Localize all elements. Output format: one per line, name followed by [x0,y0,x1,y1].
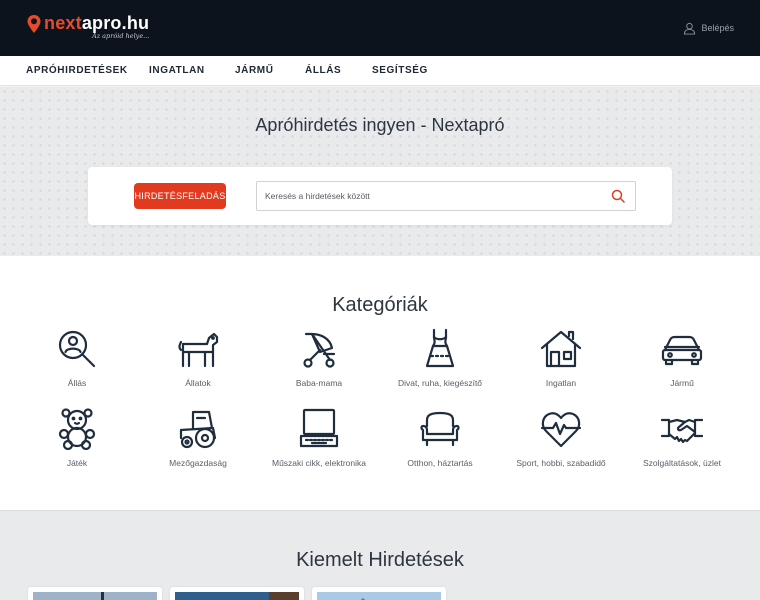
category-label: Szolgáltatások, üzlet [643,458,721,468]
category-allas[interactable]: Állás [14,328,140,398]
category-sport[interactable]: Sport, hobbi, szabadidő [498,408,624,478]
categories-title: Kategóriák [332,294,428,316]
tractor-icon [179,410,217,449]
category-jatek[interactable]: Játék [14,408,140,478]
dress-icon [425,328,455,368]
featured-section: Kiemelt Hirdetések [0,510,760,600]
category-label: Ingatlan [545,378,577,388]
main-nav: APRÓHIRDETÉSEK INGATLAN JÁRMŰ ÁLLÁS SEGÍ… [0,56,760,86]
login-label: Belépés [701,23,734,33]
nav-item-allas[interactable]: ÁLLÁS [305,56,341,86]
site-logo[interactable]: nextapro.hu Az apróid helye... [26,12,156,44]
category-label: Állatok [185,378,211,388]
category-jarmu[interactable]: Jármű [619,328,745,398]
category-label: Műszaki cikk, elektronika [271,458,366,468]
stroller-icon [303,332,336,368]
laptop-icon [299,408,339,448]
top-header: nextapro.hu Az apróid helye... Belépés [0,0,760,56]
logo-tagline: Az apróid helye... [92,32,150,40]
category-muszaki[interactable]: Műszaki cikk, elektronika [256,408,382,478]
nav-item-aprohirdetesek[interactable]: APRÓHIRDETÉSEK [26,56,128,86]
search-box [256,181,636,211]
login-link[interactable]: Belépés [683,20,734,36]
nav-item-jarmu[interactable]: JÁRMŰ [235,56,274,86]
nav-item-segitseg[interactable]: SEGÍTSÉG [372,56,428,86]
category-label: Állás [67,378,87,388]
post-ad-button[interactable]: HIRDETÉSFELADÁS [134,183,226,209]
category-label: Sport, hobbi, szabadidő [516,458,606,468]
category-label: Divat, ruha, kiegészítő [397,378,483,388]
featured-card[interactable] [312,587,446,600]
featured-image [317,592,441,600]
user-icon [684,22,696,35]
car-icon [661,335,703,366]
nav-item-ingatlan[interactable]: INGATLAN [149,56,205,86]
job-search-icon [58,330,96,368]
category-label: Játék [66,458,88,468]
teddy-bear-icon [58,408,96,450]
hero-section: Apróhirdetés ingyen - Nextapró HIRDETÉSF… [0,87,760,256]
category-label: Baba-mama [295,378,343,388]
category-allatok[interactable]: Állatok [135,328,261,398]
heart-pulse-icon [540,412,582,448]
house-icon [540,330,582,368]
category-baba-mama[interactable]: Baba-mama [256,328,382,398]
featured-card[interactable] [28,587,162,600]
armchair-icon [420,411,460,447]
search-input[interactable] [257,182,597,210]
category-otthon[interactable]: Otthon, háztartás [377,408,503,478]
category-label: Otthon, háztartás [407,458,473,468]
logo-text: nextapro.hu [44,13,150,33]
location-pin-icon [27,15,41,33]
search-icon[interactable] [611,189,625,203]
categories-section: Kategóriák Állás Állatok Baba-mama Divat… [0,256,760,510]
page-title: Apróhirdetés ingyen - Nextapró [255,115,505,135]
category-divat[interactable]: Divat, ruha, kiegészítő [377,328,503,398]
search-panel: HIRDETÉSFELADÁS [88,167,672,225]
dog-icon [178,332,219,368]
featured-image [175,592,299,600]
category-mezogazdasag[interactable]: Mezőgazdaság [135,408,261,478]
featured-image [33,592,157,600]
featured-title: Kiemelt Hirdetések [296,549,464,571]
category-label: Jármű [670,378,694,388]
category-szolgaltatasok[interactable]: Szolgáltatások, üzlet [619,408,745,478]
category-label: Mezőgazdaság [169,458,227,468]
handshake-icon [661,418,703,444]
featured-card[interactable] [170,587,304,600]
category-ingatlan[interactable]: Ingatlan [498,328,624,398]
